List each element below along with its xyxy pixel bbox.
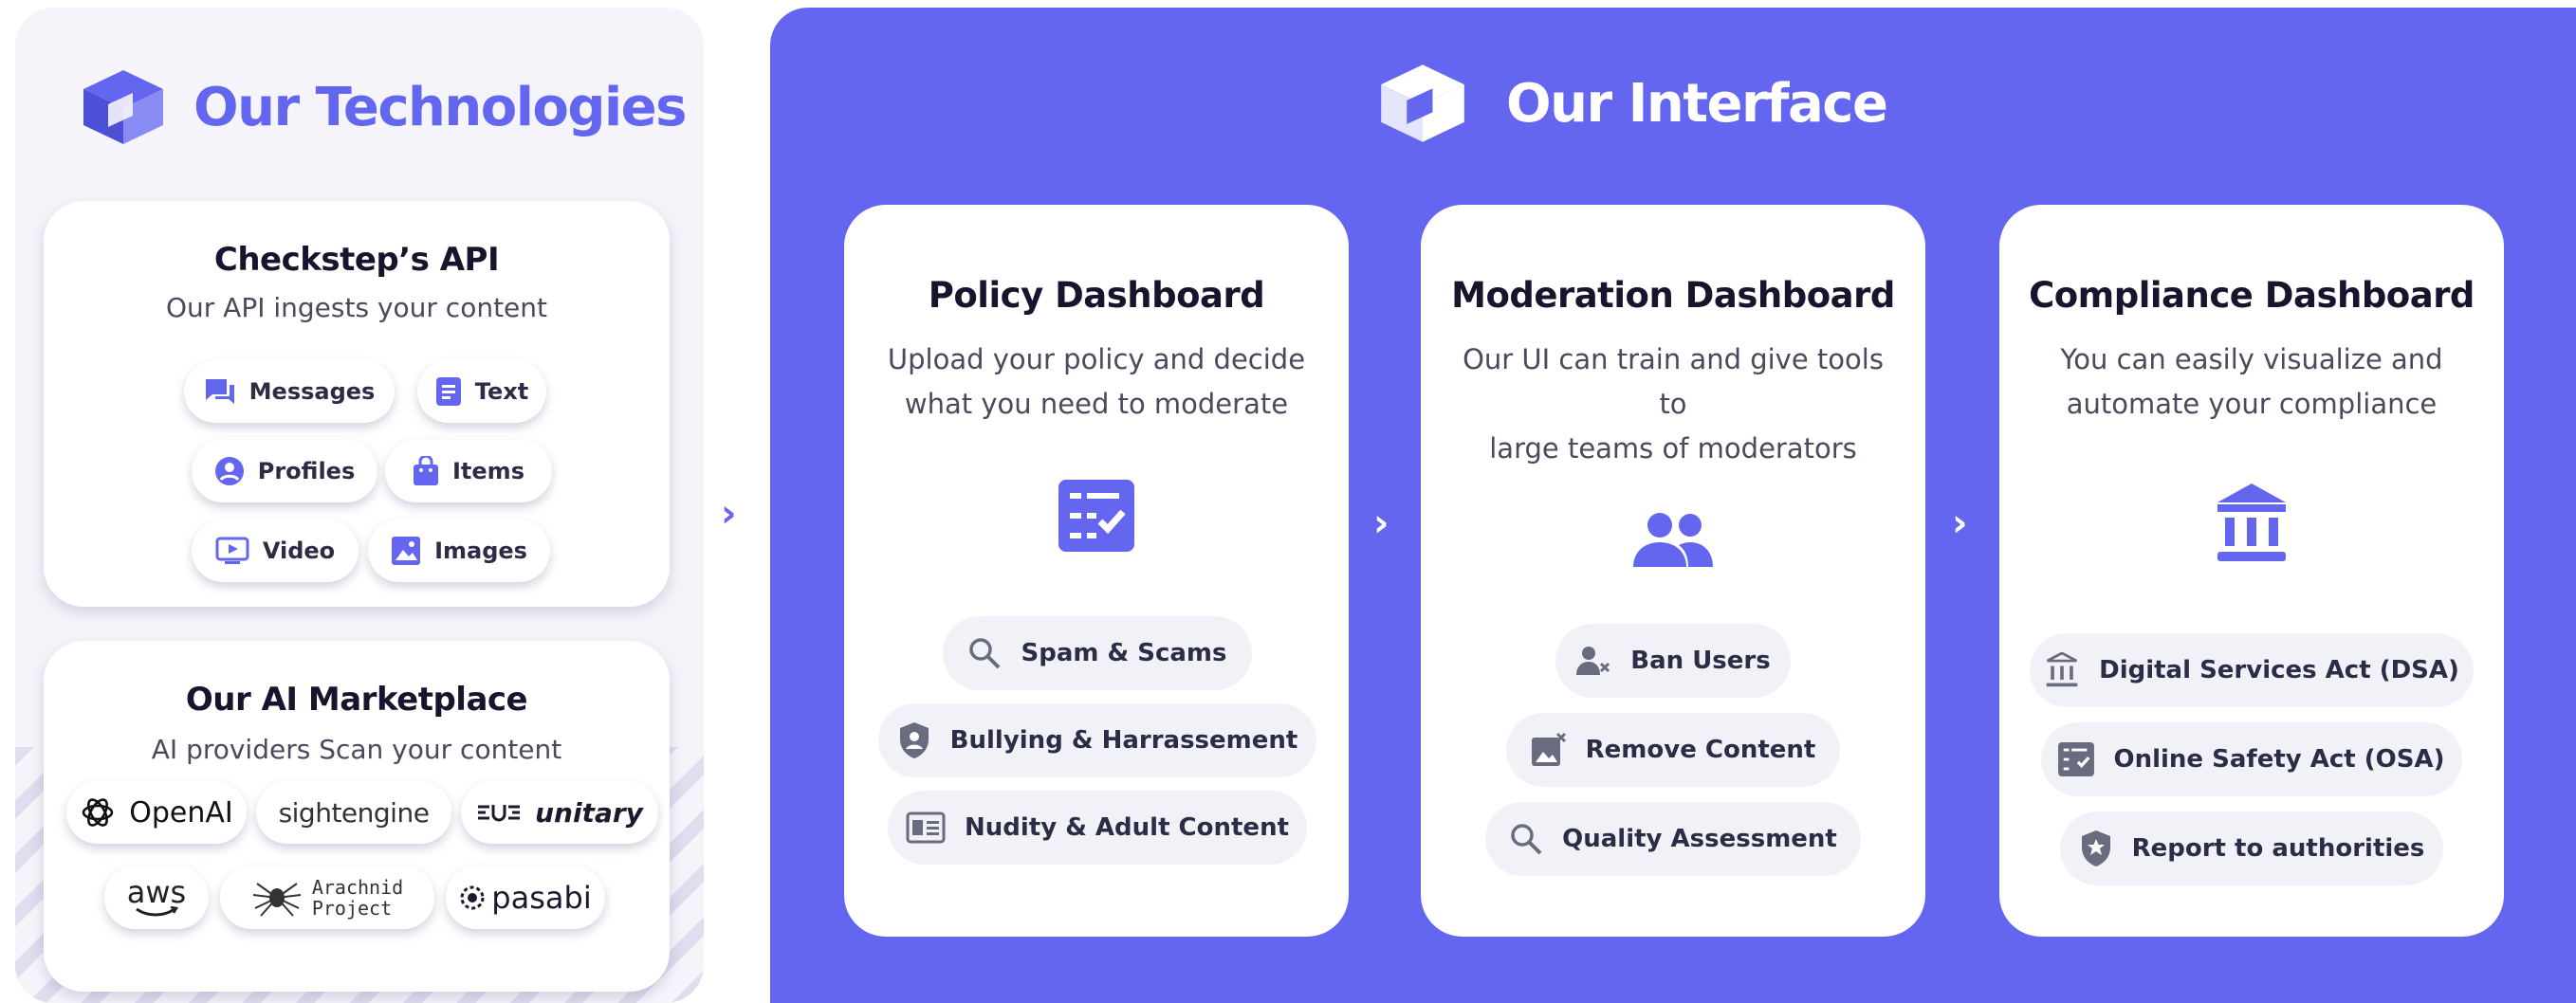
id-card-icon	[906, 812, 946, 844]
search-icon	[969, 638, 1001, 669]
checklist-icon	[1058, 480, 1134, 552]
shopping-bag-icon	[414, 456, 438, 485]
chip-digital-services-act: Digital Services Act (DSA)	[2030, 633, 2474, 707]
bank-building-icon	[2217, 483, 2286, 561]
unitary-logo-icon	[478, 805, 521, 822]
content-type-images: Images	[368, 520, 550, 582]
provider-pasabi: pasabi	[446, 866, 605, 929]
chat-bubbles-icon	[205, 379, 234, 404]
provider-openai: OpenAI	[66, 781, 247, 844]
compliance-dashboard-card: Compliance Dashboard You can easily visu…	[1999, 205, 2504, 937]
chip-remove-content: Remove Content	[1506, 713, 1840, 787]
user-circle-icon	[214, 457, 244, 485]
interface-panel: Our Interface Policy Dashboard Upload yo…	[770, 8, 2576, 1003]
openai-logo-icon	[82, 798, 114, 827]
api-card-subtitle: Our API ingests your content	[165, 292, 548, 323]
chip-nudity-adult-content: Nudity & Adult Content	[888, 791, 1307, 865]
user-remove-icon	[1576, 647, 1610, 675]
chip-report-to-authorities: Report to authorities	[2060, 812, 2443, 885]
interface-header: Our Interface	[1377, 61, 1888, 146]
flow-arrow: ›	[721, 492, 737, 536]
search-icon	[1511, 824, 1542, 855]
cube-logo-icon	[83, 70, 163, 144]
chip-ban-users: Ban Users	[1555, 624, 1791, 698]
document-text-icon	[435, 377, 461, 406]
content-type-messages: Messages	[184, 360, 395, 423]
spider-logo-icon	[252, 883, 301, 917]
marketplace-card-subtitle: AI providers Scan your content	[151, 734, 562, 765]
api-card: Checkstep’s API Our API ingests your con…	[44, 201, 670, 607]
checklist-icon	[2058, 742, 2095, 776]
content-type-profiles: Profiles	[192, 440, 377, 502]
compliance-dashboard-title: Compliance Dashboard	[2029, 275, 2475, 316]
technologies-title: Our Technologies	[193, 76, 688, 138]
provider-sightengine: sightengine	[256, 781, 451, 844]
chip-spam-scams: Spam & Scams	[943, 616, 1252, 690]
cube-logo-icon	[1381, 64, 1464, 142]
technologies-header: Our Technologies	[80, 66, 688, 148]
bank-building-icon	[2046, 652, 2078, 687]
compliance-dashboard-description: You can easily visualize and automate yo…	[2060, 343, 2443, 420]
provider-arachnid-project: Arachnid Project	[220, 866, 434, 929]
users-group-icon	[1633, 513, 1713, 567]
aws-smile-icon	[136, 906, 178, 917]
image-icon	[392, 537, 421, 565]
policy-dashboard-title: Policy Dashboard	[928, 275, 1265, 316]
image-remove-icon	[1531, 732, 1566, 766]
chip-online-safety-act: Online Safety Act (OSA)	[2041, 722, 2462, 796]
chip-quality-assessment: Quality Assessment	[1485, 802, 1861, 876]
shield-user-icon	[899, 722, 929, 758]
chip-bullying-harrassement: Bullying & Harrassement	[878, 703, 1316, 777]
flow-arrow: ›	[1952, 502, 1968, 545]
pasabi-logo-icon	[460, 885, 485, 910]
provider-unitary: unitary	[461, 781, 658, 844]
moderation-dashboard-title: Moderation Dashboard	[1451, 275, 1895, 316]
ai-marketplace-card: Our AI Marketplace AI providers Scan you…	[44, 641, 670, 992]
interface-title: Our Interface	[1506, 72, 1888, 135]
policy-dashboard-description: Upload your policy and decide what you n…	[887, 343, 1306, 420]
provider-aws: aws	[104, 866, 209, 929]
content-type-items: Items	[385, 440, 552, 502]
policy-dashboard-card: Policy Dashboard Upload your policy and …	[844, 205, 1349, 937]
video-play-icon	[215, 537, 249, 564]
content-type-text: Text	[417, 360, 546, 423]
moderation-dashboard-description: Our UI can train and give tools to large…	[1463, 343, 1884, 465]
flow-arrow: ›	[1373, 502, 1389, 545]
technologies-panel: Our Technologies Checkstep’s API Our API…	[15, 8, 704, 1003]
shield-star-icon	[2081, 830, 2110, 866]
content-type-video: Video	[192, 520, 359, 582]
moderation-dashboard-card: Moderation Dashboard Our UI can train an…	[1421, 205, 1925, 937]
marketplace-card-title: Our AI Marketplace	[185, 681, 528, 719]
api-card-title: Checkstep’s API	[213, 241, 500, 279]
